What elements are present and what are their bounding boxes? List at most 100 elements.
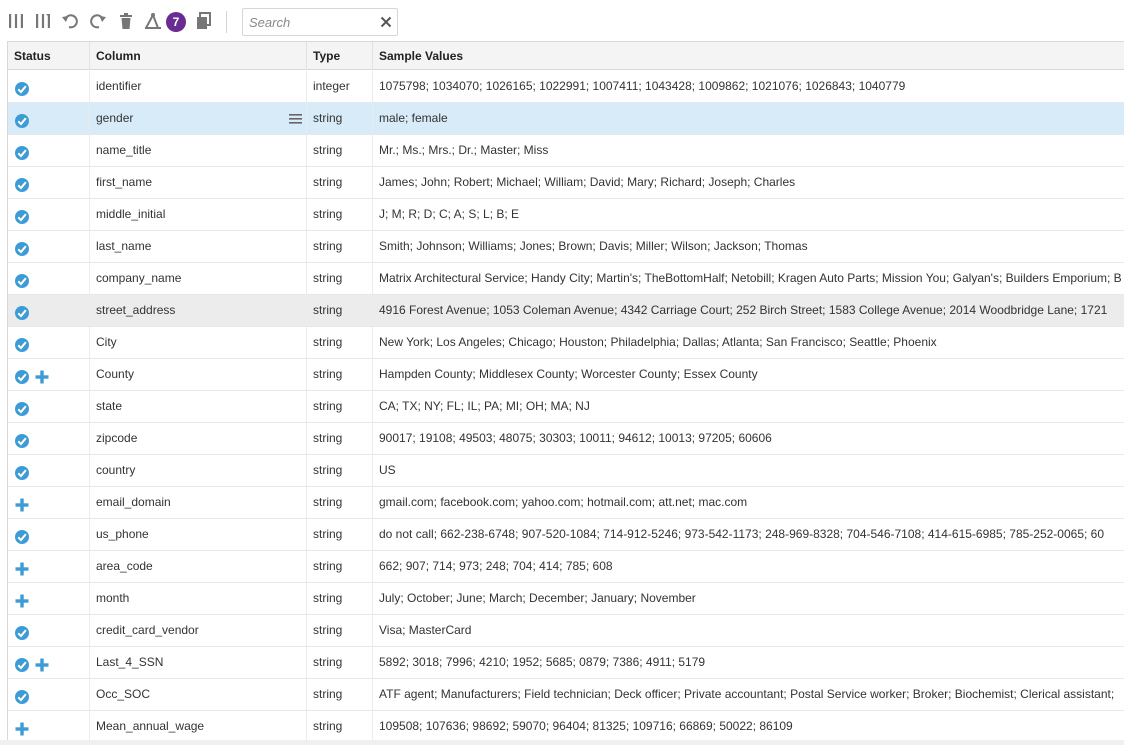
plus-icon[interactable] [34,366,50,384]
status-icons [14,238,30,256]
check-circle-icon[interactable] [14,174,30,192]
status-cell [8,359,90,390]
table-row[interactable]: street_address string 4916 Forest Avenue; … [8,295,1124,327]
trash-icon[interactable] [116,11,136,31]
column-name-cell[interactable]: area_code [90,551,307,582]
table-row[interactable]: state string CA; TX; NY; FL; IL; PA; MI; O… [8,391,1124,423]
check-circle-icon[interactable] [14,622,30,640]
check-circle-icon[interactable] [14,526,30,544]
table-row[interactable]: Last_4_SSN string 5892; 3018; 7996; 4210; … [8,647,1124,679]
type-cell: integer [307,71,373,102]
type-cell: string [307,455,373,486]
table-row[interactable]: country string US [8,455,1124,487]
column-name-cell[interactable]: month [90,583,307,614]
check-circle-icon[interactable] [14,398,30,416]
check-circle-icon[interactable] [14,462,30,480]
check-circle-icon[interactable] [14,686,30,704]
status-cell [8,103,90,134]
table-row[interactable]: us_phone string do not call; 662-238-6748;… [8,519,1124,551]
column-name-cell[interactable]: credit_card_vendor [90,615,307,646]
table-row[interactable]: name_title string Mr.; Ms.; Mrs.; Dr.; Mas… [8,135,1124,167]
table-row[interactable]: Occ_SOC string ATF agent; Manufacturers; F… [8,679,1124,711]
transform-icon[interactable] [143,11,163,31]
check-circle-icon[interactable] [14,302,30,320]
plus-icon[interactable] [14,494,30,512]
check-circle-icon[interactable] [14,206,30,224]
copy-icon[interactable] [194,11,214,31]
table-row[interactable]: credit_card_vendor string Visa; MasterCard [8,615,1124,647]
table-row[interactable]: County string Hampden County; Middlesex Co… [8,359,1124,391]
type-cell: string [307,423,373,454]
plus-icon[interactable] [14,590,30,608]
status-icons [14,270,30,288]
header-type[interactable]: Type [307,42,373,70]
status-icons [14,78,30,96]
plus-icon[interactable] [34,654,50,672]
column-name-cell[interactable]: state [90,391,307,422]
check-circle-icon[interactable] [14,334,30,352]
status-icons [14,174,30,192]
column-name-cell[interactable]: Occ_SOC [90,679,307,710]
status-icons [14,142,30,160]
search-input[interactable] [243,9,373,35]
toolbar: 7 [0,0,1124,42]
table-row[interactable]: email_domain string gmail.com; facebook.co… [8,487,1124,519]
table-row[interactable]: City string New York; Los Angeles; Chicago… [8,327,1124,359]
type-cell: string [307,295,373,326]
type-cell: string [307,679,373,710]
table-row[interactable]: company_name string Matrix Architectural S… [8,263,1124,295]
column-name-cell[interactable]: Last_4_SSN [90,647,307,678]
notification-badge[interactable]: 7 [166,12,186,32]
horizontal-scrollbar[interactable] [0,740,1124,745]
drag-handle-icon[interactable] [289,113,302,124]
table-row[interactable]: month string July; October; June; March; D… [8,583,1124,615]
column-name-cell[interactable]: City [90,327,307,358]
check-circle-icon[interactable] [14,78,30,96]
undo-icon[interactable] [60,11,80,31]
column-name-cell[interactable]: first_name [90,167,307,198]
split-columns-icon[interactable] [33,11,53,31]
close-icon[interactable] [379,15,393,29]
check-circle-icon[interactable] [14,366,30,384]
table-row[interactable]: middle_initial string J; M; R; D; C; A; S;… [8,199,1124,231]
column-name-cell[interactable]: name_title [90,135,307,166]
header-sample-values[interactable]: Sample Values [373,42,1124,70]
status-icons [14,686,30,704]
header-column[interactable]: Column [90,42,307,70]
column-name-cell[interactable]: company_name [90,263,307,294]
type-cell: string [307,647,373,678]
column-name-cell[interactable]: identifier [90,71,307,102]
header-status[interactable]: Status [8,42,90,70]
plus-icon[interactable] [14,558,30,576]
table-row[interactable]: zipcode string 90017; 19108; 49503; 48075;… [8,423,1124,455]
check-circle-icon[interactable] [14,430,30,448]
column-name-cell[interactable]: us_phone [90,519,307,550]
column-name-cell[interactable]: country [90,455,307,486]
column-name-cell[interactable]: last_name [90,231,307,262]
table-row[interactable]: first_name string James; John; Robert; Mic… [8,167,1124,199]
column-name-cell[interactable]: Mean_annual_wage [90,711,307,742]
columns-icon[interactable] [6,11,26,31]
status-cell [8,327,90,358]
status-icons [14,302,30,320]
column-name-cell[interactable]: middle_initial [90,199,307,230]
table-row[interactable]: last_name string Smith; Johnson; Williams;… [8,231,1124,263]
check-circle-icon[interactable] [14,142,30,160]
column-name-cell[interactable]: email_domain [90,487,307,518]
check-circle-icon[interactable] [14,110,30,128]
table-row[interactable]: area_code string 662; 907; 714; 973; 248; … [8,551,1124,583]
redo-icon[interactable] [88,11,108,31]
check-circle-icon[interactable] [14,238,30,256]
table-row[interactable]: gender string male; female [8,103,1124,135]
sample-values-cell: do not call; 662-238-6748; 907-520-1084;… [379,527,1105,541]
table-row[interactable]: identifier integer 1075798; 1034070; 10261… [8,71,1124,103]
type-cell: string [307,359,373,390]
check-circle-icon[interactable] [14,654,30,672]
table-row[interactable]: Mean_annual_wage string 109508; 107636; 98… [8,711,1124,743]
column-name-cell[interactable]: gender [90,103,307,134]
column-name-cell[interactable]: County [90,359,307,390]
check-circle-icon[interactable] [14,270,30,288]
plus-icon[interactable] [14,718,30,736]
column-name-cell[interactable]: zipcode [90,423,307,454]
column-name-cell[interactable]: street_address [90,295,307,326]
